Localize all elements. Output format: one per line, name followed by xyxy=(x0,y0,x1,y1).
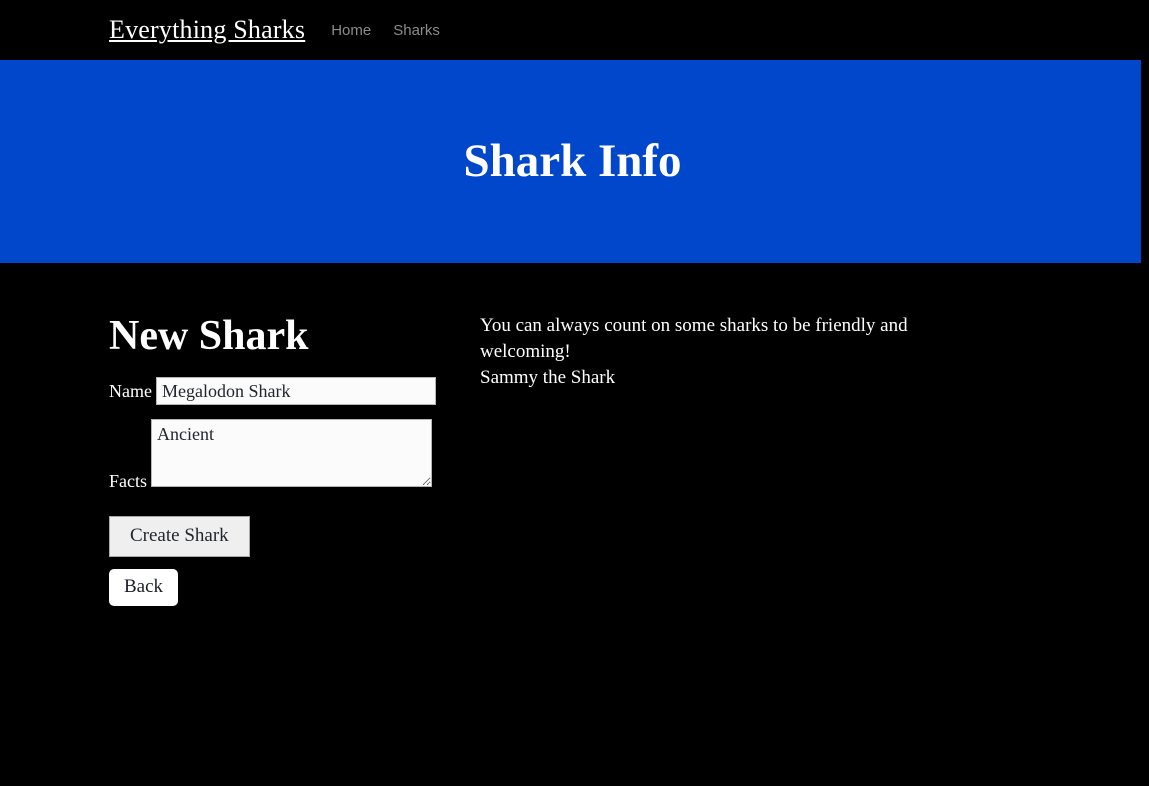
facts-textarea[interactable] xyxy=(151,419,432,488)
name-input[interactable] xyxy=(155,377,436,406)
quote-text: You can always count on some sharks to b… xyxy=(480,315,908,363)
navbar-links: Home Sharks xyxy=(331,23,440,38)
quote-author: Sammy the Shark xyxy=(480,367,616,389)
form-heading: New Shark xyxy=(109,313,309,359)
form-column: New Shark Name Facts Create Shark Back xyxy=(0,313,480,606)
submit-row: Create Shark xyxy=(109,516,480,557)
page-root: Everything Sharks Home Sharks Shark Info… xyxy=(0,0,1145,786)
name-field-label: Name xyxy=(109,380,152,401)
name-field-row: Name xyxy=(109,377,480,406)
navbar: Everything Sharks Home Sharks xyxy=(0,0,1145,60)
facts-field-label: Facts xyxy=(109,471,147,492)
nav-link-home[interactable]: Home xyxy=(331,23,371,38)
new-shark-form: Name Facts Create Shark Back xyxy=(109,377,480,606)
content-area: New Shark Name Facts Create Shark Back xyxy=(0,263,1145,606)
create-shark-button[interactable]: Create Shark xyxy=(109,516,250,557)
right-gutter xyxy=(1141,0,1145,786)
quote-column: You can always count on some sharks to b… xyxy=(480,313,1040,606)
back-row: Back xyxy=(109,568,480,606)
page-title: Shark Info xyxy=(463,135,682,187)
navbar-brand[interactable]: Everything Sharks xyxy=(109,17,305,43)
nav-link-sharks[interactable]: Sharks xyxy=(393,23,440,38)
facts-field-row: Facts xyxy=(109,419,480,492)
back-button[interactable]: Back xyxy=(109,568,179,606)
jumbotron-banner: Shark Info xyxy=(0,60,1145,263)
